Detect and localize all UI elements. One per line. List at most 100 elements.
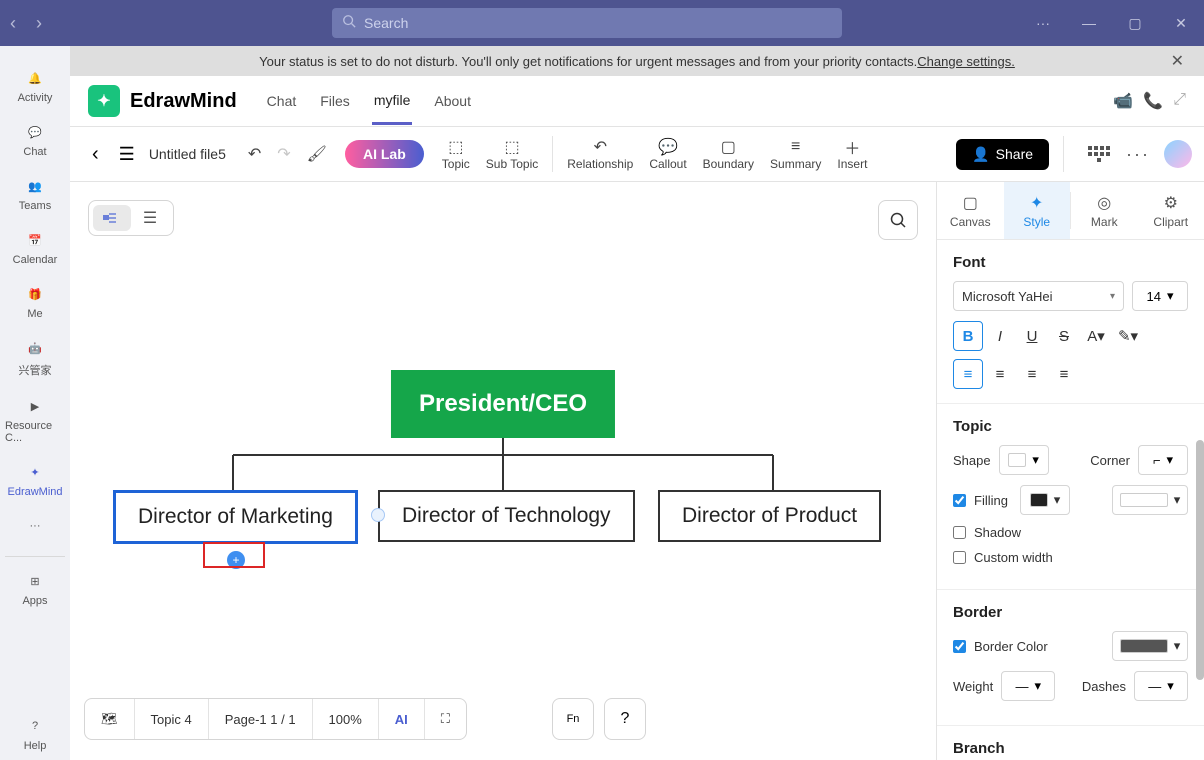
fullscreen-icon[interactable]: ⛶ [424, 699, 466, 739]
subtopic-icon: ⬚ [504, 137, 519, 157]
more-icon[interactable]: ··· [1020, 15, 1066, 31]
ai-icon[interactable]: AI [378, 699, 424, 739]
panel-collapse-icon[interactable]: › [936, 192, 937, 222]
view-list-icon[interactable]: ☰ [131, 205, 169, 231]
font-color-button[interactable]: A▾ [1081, 321, 1111, 351]
panel-tab-mark[interactable]: ◎Mark [1071, 182, 1138, 239]
tool-subtopic[interactable]: ⬚Sub Topic [486, 137, 538, 171]
popout-icon[interactable]: ⤢ [1173, 91, 1186, 111]
tab-myfile[interactable]: myfile [372, 78, 413, 125]
filename[interactable]: Untitled file5 [149, 146, 226, 162]
bottom-bar: 🗺 Topic 4 Page-1 1 / 1 100% AI ⛶ Fn ? [84, 698, 646, 740]
shape-select[interactable]: ▾ [999, 445, 1049, 475]
notice-text: Your status is set to do not disturb. Yo… [259, 54, 917, 69]
tool-topic[interactable]: ⬚Topic [442, 137, 470, 171]
align-left-button[interactable]: ≡ [953, 359, 983, 389]
border-color-checkbox[interactable] [953, 640, 966, 653]
canvas[interactable]: ☰ President/CEO Director of Marketing Di… [70, 182, 936, 760]
underline-button[interactable]: U [1017, 321, 1047, 351]
toolbar-menu-icon[interactable]: ☰ [119, 144, 135, 165]
tool-callout[interactable]: 💬Callout [649, 137, 686, 171]
rail-calendar[interactable]: 📅Calendar [5, 220, 65, 274]
status-topic[interactable]: Topic 4 [134, 699, 208, 739]
shadow-checkbox[interactable] [953, 526, 966, 539]
avatar[interactable] [1164, 140, 1192, 168]
share-button[interactable]: 👤Share [956, 139, 1049, 170]
play-icon: ▶ [23, 394, 47, 418]
weight-select[interactable]: —▾ [1001, 671, 1055, 701]
fill-color-select[interactable]: ▾ [1020, 485, 1070, 515]
rail-app-1[interactable]: 🤖兴管家 [5, 328, 65, 386]
scrollbar[interactable] [1196, 440, 1204, 760]
corner-select[interactable]: ⌐▾ [1138, 445, 1188, 475]
map-icon[interactable]: 🗺 [85, 699, 134, 739]
zoom-level[interactable]: 100% [312, 699, 378, 739]
org-root-node[interactable]: President/CEO [391, 370, 615, 438]
toolbar-more-icon[interactable]: ··· [1126, 144, 1150, 165]
ai-lab-button[interactable]: AI Lab [345, 140, 424, 168]
fill-gradient-select[interactable]: ▾ [1112, 485, 1188, 515]
tool-boundary[interactable]: ▢Boundary [703, 137, 754, 171]
tool-insert[interactable]: ＋Insert [837, 137, 867, 171]
panel-tab-clipart[interactable]: ⚙Clipart [1138, 182, 1204, 239]
tab-about[interactable]: About [432, 79, 473, 123]
view-mind-icon[interactable] [93, 205, 131, 231]
rail-chat[interactable]: 💬Chat [5, 112, 65, 166]
rail-more[interactable]: ··· [5, 506, 65, 548]
bold-button[interactable]: B [953, 321, 983, 351]
call-icon[interactable]: 📞 [1143, 91, 1163, 111]
tool-summary[interactable]: ≡Summary [770, 137, 821, 171]
topic-icon: ⬚ [448, 137, 463, 157]
highlight-button[interactable]: ✎▾ [1113, 321, 1143, 351]
grid-view-icon[interactable] [1088, 143, 1110, 165]
org-child-1[interactable]: Director of Marketing [113, 490, 358, 544]
font-size-select[interactable]: 14▾ [1132, 281, 1188, 311]
redo-icon[interactable]: ↷ [277, 144, 290, 164]
filling-checkbox[interactable] [953, 494, 966, 507]
rail-apps[interactable]: ⊞Apps [5, 556, 65, 615]
fn-icon[interactable]: Fn [552, 698, 594, 740]
rail-activity[interactable]: 🔔Activity [5, 58, 65, 112]
canvas-search-button[interactable] [878, 200, 918, 240]
status-page[interactable]: Page-1 1 / 1 [208, 699, 312, 739]
undo-icon[interactable]: ↶ [248, 144, 261, 164]
video-icon[interactable]: 📹 [1113, 91, 1133, 111]
minimize-icon[interactable]: — [1066, 15, 1112, 31]
nav-back-icon[interactable]: ‹ [0, 13, 26, 34]
align-justify-button[interactable]: ≡ [1049, 359, 1079, 389]
add-sibling-button[interactable] [371, 508, 385, 522]
paint-icon[interactable]: 🖌 [307, 144, 327, 164]
search-input[interactable] [364, 15, 832, 31]
help-icon: ? [23, 714, 47, 738]
tool-relationship[interactable]: ↶Relationship [567, 137, 633, 171]
align-center-button[interactable]: ≡ [985, 359, 1015, 389]
tab-chat[interactable]: Chat [265, 79, 299, 123]
rail-teams[interactable]: 👥Teams [5, 166, 65, 220]
rail-edrawmind[interactable]: ✦EdrawMind [5, 452, 65, 506]
close-icon[interactable]: ✕ [1158, 15, 1204, 32]
tab-files[interactable]: Files [318, 79, 352, 123]
org-child-2[interactable]: Director of Technology [378, 490, 635, 542]
rail-help[interactable]: ?Help [5, 706, 65, 760]
border-color-select[interactable]: ▾ [1112, 631, 1188, 661]
panel-tab-canvas[interactable]: ▢Canvas [937, 182, 1004, 239]
panel-tab-style[interactable]: ✦Style [1004, 182, 1071, 239]
rail-resource[interactable]: ▶Resource C... [5, 386, 65, 452]
italic-button[interactable]: I [985, 321, 1015, 351]
toolbar-back-icon[interactable]: ‹ [92, 143, 99, 166]
search-box[interactable] [332, 8, 842, 38]
weight-label: Weight [953, 679, 993, 694]
align-right-button[interactable]: ≡ [1017, 359, 1047, 389]
maximize-icon[interactable]: ▢ [1112, 15, 1158, 32]
strike-button[interactable]: S [1049, 321, 1079, 351]
nav-forward-icon[interactable]: › [26, 13, 52, 34]
notice-close-icon[interactable]: ✕ [1171, 51, 1184, 71]
dashes-select[interactable]: —▾ [1134, 671, 1188, 701]
left-rail: 🔔Activity 💬Chat 👥Teams 📅Calendar 🎁Me 🤖兴管… [0, 46, 70, 760]
notice-link[interactable]: Change settings. [917, 54, 1015, 69]
custom-width-checkbox[interactable] [953, 551, 966, 564]
font-family-select[interactable]: Microsoft YaHei▾ [953, 281, 1124, 311]
rail-me[interactable]: 🎁Me [5, 274, 65, 328]
org-child-3[interactable]: Director of Product [658, 490, 881, 542]
help-button-icon[interactable]: ? [604, 698, 646, 740]
